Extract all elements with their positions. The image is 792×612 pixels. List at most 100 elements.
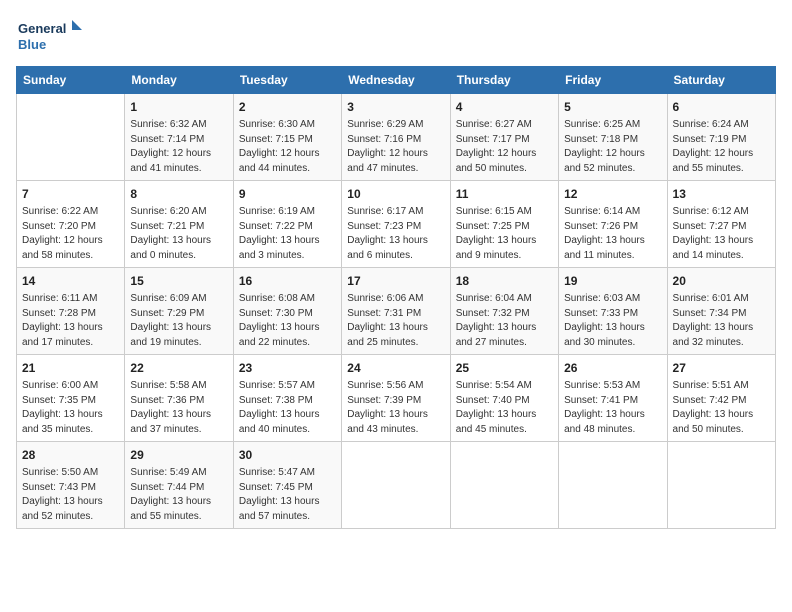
day-number: 26 [564, 359, 661, 377]
calendar-cell: 1 Sunrise: 6:32 AMSunset: 7:14 PMDaylight… [125, 94, 233, 181]
day-number: 24 [347, 359, 444, 377]
logo-svg: General Blue [16, 16, 86, 56]
cell-info: Sunrise: 6:22 AMSunset: 7:20 PMDaylight:… [22, 205, 119, 263]
day-number: 19 [564, 272, 661, 290]
cell-info: Sunrise: 6:12 AMSunset: 7:27 PMDaylight:… [673, 205, 770, 263]
cell-info: Sunrise: 6:20 AMSunset: 7:21 PMDaylight:… [130, 205, 227, 263]
calendar-cell: 5 Sunrise: 6:25 AMSunset: 7:18 PMDaylight… [559, 94, 667, 181]
day-number: 8 [130, 185, 227, 203]
cell-info: Sunrise: 6:15 AMSunset: 7:25 PMDaylight:… [456, 205, 553, 263]
day-number: 15 [130, 272, 227, 290]
cell-info: Sunrise: 5:47 AMSunset: 7:45 PMDaylight:… [239, 466, 336, 524]
day-number: 9 [239, 185, 336, 203]
calendar-cell: 6 Sunrise: 6:24 AMSunset: 7:19 PMDaylight… [667, 94, 775, 181]
cell-info: Sunrise: 6:17 AMSunset: 7:23 PMDaylight:… [347, 205, 444, 263]
day-number: 2 [239, 98, 336, 116]
calendar-cell [17, 94, 125, 181]
calendar-cell [667, 442, 775, 529]
day-number: 25 [456, 359, 553, 377]
cell-info: Sunrise: 5:58 AMSunset: 7:36 PMDaylight:… [130, 379, 227, 437]
calendar-cell: 15Sunrise: 6:09 AMSunset: 7:29 PMDayligh… [125, 268, 233, 355]
cell-info: Sunrise: 5:50 AMSunset: 7:43 PMDaylight:… [22, 466, 119, 524]
cell-info: Sunrise: 5:53 AMSunset: 7:41 PMDaylight:… [564, 379, 661, 437]
calendar-cell: 7 Sunrise: 6:22 AMSunset: 7:20 PMDaylight… [17, 181, 125, 268]
day-number: 29 [130, 446, 227, 464]
calendar-cell: 30 Sunrise: 5:47 AMSunset: 7:45 PMDayligh… [233, 442, 341, 529]
calendar-cell: 13Sunrise: 6:12 AMSunset: 7:27 PMDayligh… [667, 181, 775, 268]
cell-info: Sunrise: 6:08 AMSunset: 7:30 PMDaylight:… [239, 292, 336, 350]
calendar-cell: 16 Sunrise: 6:08 AMSunset: 7:30 PMDayligh… [233, 268, 341, 355]
calendar-cell: 25 Sunrise: 5:54 AMSunset: 7:40 PMDayligh… [450, 355, 558, 442]
day-header-wednesday: Wednesday [342, 67, 450, 94]
calendar-cell [450, 442, 558, 529]
cell-info: Sunrise: 5:51 AMSunset: 7:42 PMDaylight:… [673, 379, 770, 437]
day-number: 16 [239, 272, 336, 290]
cell-info: Sunrise: 6:00 AMSunset: 7:35 PMDaylight:… [22, 379, 119, 437]
cell-info: Sunrise: 6:24 AMSunset: 7:19 PMDaylight:… [673, 118, 770, 176]
calendar-cell [559, 442, 667, 529]
day-header-tuesday: Tuesday [233, 67, 341, 94]
day-number: 10 [347, 185, 444, 203]
cell-info: Sunrise: 6:32 AMSunset: 7:14 PMDaylight:… [130, 118, 227, 176]
day-number: 27 [673, 359, 770, 377]
day-number: 12 [564, 185, 661, 203]
calendar-week-row: 28 Sunrise: 5:50 AMSunset: 7:43 PMDayligh… [17, 442, 776, 529]
page-header: General Blue [16, 16, 776, 56]
day-header-thursday: Thursday [450, 67, 558, 94]
cell-info: Sunrise: 6:25 AMSunset: 7:18 PMDaylight:… [564, 118, 661, 176]
day-number: 3 [347, 98, 444, 116]
cell-info: Sunrise: 6:29 AMSunset: 7:16 PMDaylight:… [347, 118, 444, 176]
day-number: 7 [22, 185, 119, 203]
day-number: 20 [673, 272, 770, 290]
calendar-cell: 28 Sunrise: 5:50 AMSunset: 7:43 PMDayligh… [17, 442, 125, 529]
calendar-cell: 11 Sunrise: 6:15 AMSunset: 7:25 PMDayligh… [450, 181, 558, 268]
cell-info: Sunrise: 6:04 AMSunset: 7:32 PMDaylight:… [456, 292, 553, 350]
logo: General Blue [16, 16, 86, 56]
day-number: 11 [456, 185, 553, 203]
calendar-cell: 4Sunrise: 6:27 AMSunset: 7:17 PMDaylight… [450, 94, 558, 181]
calendar-cell: 19Sunrise: 6:03 AMSunset: 7:33 PMDayligh… [559, 268, 667, 355]
day-number: 21 [22, 359, 119, 377]
calendar-cell: 24 Sunrise: 5:56 AMSunset: 7:39 PMDayligh… [342, 355, 450, 442]
day-number: 23 [239, 359, 336, 377]
calendar-cell: 14 Sunrise: 6:11 AMSunset: 7:28 PMDayligh… [17, 268, 125, 355]
calendar-cell: 21 Sunrise: 6:00 AMSunset: 7:35 PMDayligh… [17, 355, 125, 442]
calendar-cell: 3 Sunrise: 6:29 AMSunset: 7:16 PMDaylight… [342, 94, 450, 181]
calendar-cell: 12 Sunrise: 6:14 AMSunset: 7:26 PMDayligh… [559, 181, 667, 268]
cell-info: Sunrise: 6:01 AMSunset: 7:34 PMDaylight:… [673, 292, 770, 350]
calendar-cell: 23Sunrise: 5:57 AMSunset: 7:38 PMDayligh… [233, 355, 341, 442]
calendar-cell: 22Sunrise: 5:58 AMSunset: 7:36 PMDayligh… [125, 355, 233, 442]
svg-text:General: General [18, 21, 66, 36]
svg-text:Blue: Blue [18, 37, 46, 52]
cell-info: Sunrise: 6:11 AMSunset: 7:28 PMDaylight:… [22, 292, 119, 350]
day-number: 6 [673, 98, 770, 116]
day-number: 5 [564, 98, 661, 116]
cell-info: Sunrise: 6:19 AMSunset: 7:22 PMDaylight:… [239, 205, 336, 263]
calendar-table: SundayMondayTuesdayWednesdayThursdayFrid… [16, 66, 776, 529]
calendar-cell: 9 Sunrise: 6:19 AMSunset: 7:22 PMDaylight… [233, 181, 341, 268]
day-header-sunday: Sunday [17, 67, 125, 94]
cell-info: Sunrise: 5:49 AMSunset: 7:44 PMDaylight:… [130, 466, 227, 524]
cell-info: Sunrise: 6:27 AMSunset: 7:17 PMDaylight:… [456, 118, 553, 176]
day-number: 30 [239, 446, 336, 464]
calendar-cell: 17 Sunrise: 6:06 AMSunset: 7:31 PMDayligh… [342, 268, 450, 355]
day-header-saturday: Saturday [667, 67, 775, 94]
calendar-cell: 26 Sunrise: 5:53 AMSunset: 7:41 PMDayligh… [559, 355, 667, 442]
cell-info: Sunrise: 6:06 AMSunset: 7:31 PMDaylight:… [347, 292, 444, 350]
cell-info: Sunrise: 6:14 AMSunset: 7:26 PMDaylight:… [564, 205, 661, 263]
calendar-cell: 20 Sunrise: 6:01 AMSunset: 7:34 PMDayligh… [667, 268, 775, 355]
calendar-cell [342, 442, 450, 529]
cell-info: Sunrise: 5:54 AMSunset: 7:40 PMDaylight:… [456, 379, 553, 437]
day-number: 28 [22, 446, 119, 464]
calendar-week-row: 1 Sunrise: 6:32 AMSunset: 7:14 PMDaylight… [17, 94, 776, 181]
calendar-cell: 8 Sunrise: 6:20 AMSunset: 7:21 PMDaylight… [125, 181, 233, 268]
calendar-cell: 18Sunrise: 6:04 AMSunset: 7:32 PMDayligh… [450, 268, 558, 355]
cell-info: Sunrise: 5:56 AMSunset: 7:39 PMDaylight:… [347, 379, 444, 437]
day-header-monday: Monday [125, 67, 233, 94]
day-header-friday: Friday [559, 67, 667, 94]
day-number: 17 [347, 272, 444, 290]
day-number: 14 [22, 272, 119, 290]
calendar-cell: 10 Sunrise: 6:17 AMSunset: 7:23 PMDayligh… [342, 181, 450, 268]
day-number: 1 [130, 98, 227, 116]
calendar-week-row: 14 Sunrise: 6:11 AMSunset: 7:28 PMDayligh… [17, 268, 776, 355]
